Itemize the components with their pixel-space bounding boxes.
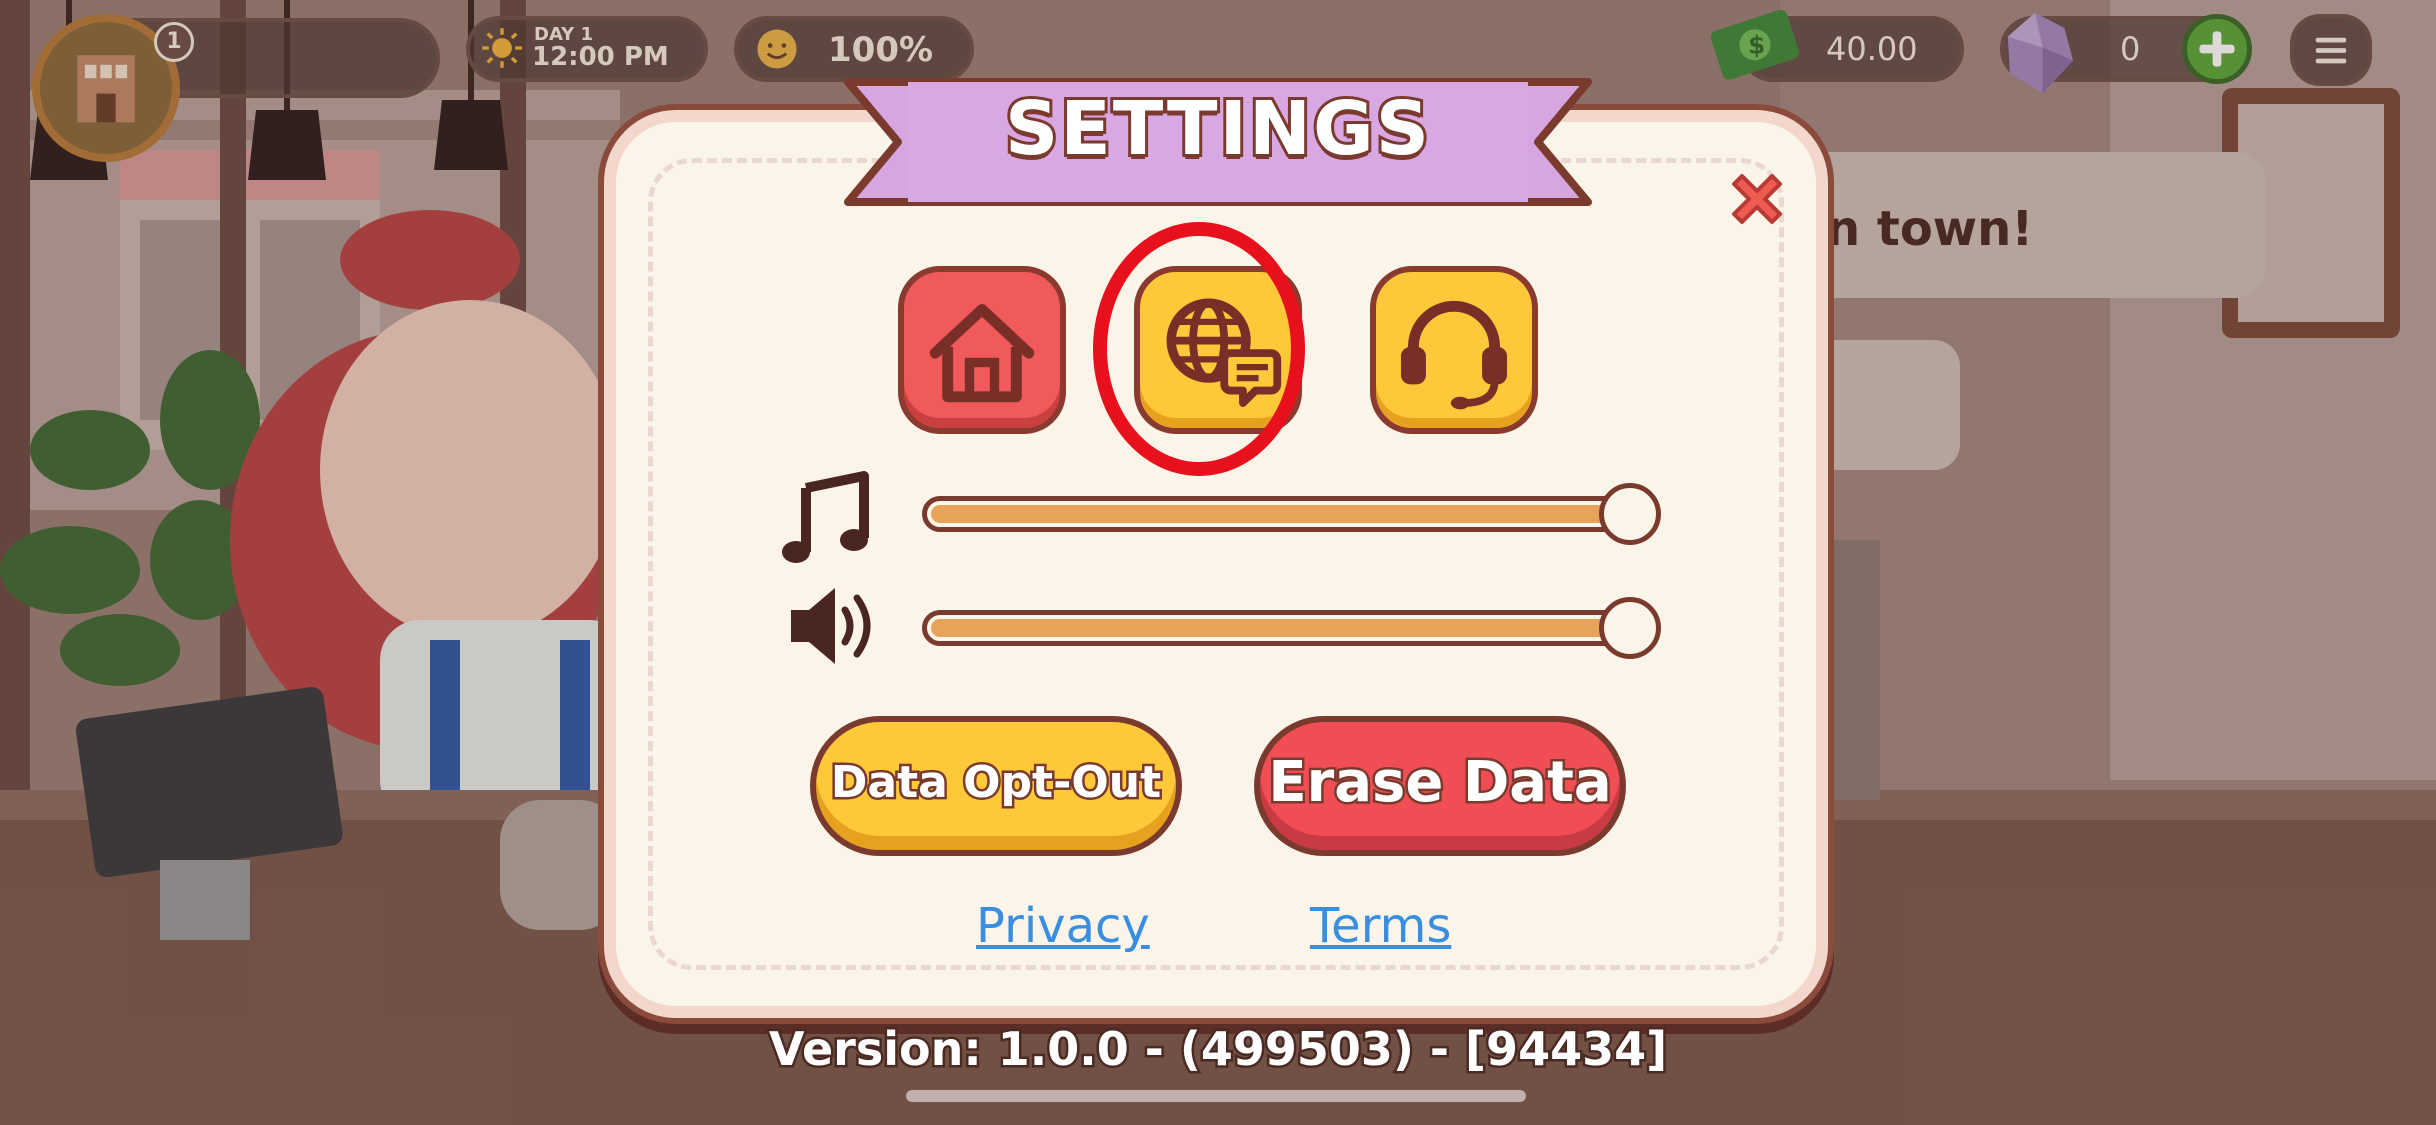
sound-volume-slider[interactable] [922,597,1661,659]
home-tab-button[interactable] [898,266,1066,434]
cash-bill-icon: $ [1710,9,1800,80]
speech-bubble-text: n town! [1826,201,2033,257]
gems-amount: 0 [2120,30,2141,68]
speaker-volume-icon [791,588,871,664]
data-optout-label: Data Opt-Out [828,755,1163,811]
add-gems-button[interactable] [2182,14,2252,84]
sun-icon [482,28,522,68]
terms-link[interactable]: Terms [1310,898,1451,954]
svg-text:$: $ [1748,31,1765,60]
version-label: Version: 1.0.0 - (499503) - [94434] [766,1020,1669,1079]
settings-title: SETTINGS [1002,83,1432,175]
cash-amount: 40.00 [1826,30,1918,68]
sound-volume-knob[interactable] [1599,597,1661,659]
gem-icon [2007,12,2074,94]
support-tab-button[interactable] [1370,266,1538,434]
home-indicator-bar[interactable] [906,1090,1526,1102]
erase-data-button[interactable]: Erase Data [1254,716,1626,856]
music-note-icon [782,471,869,563]
close-x-icon[interactable] [1722,164,1792,234]
plus-icon [2199,31,2235,67]
hamburger-menu-icon [2315,37,2347,64]
level-badge-number: 1 [166,29,182,54]
data-optout-button[interactable]: Data Opt-Out [810,716,1182,856]
level-badge: 1 [154,22,194,62]
sound-volume-fill [931,619,1635,637]
erase-data-label: Erase Data [1266,748,1614,818]
headset-icon [1400,300,1508,410]
music-volume-knob[interactable] [1599,483,1661,545]
restaurant-building-icon [77,55,135,123]
music-volume-fill [931,505,1635,523]
house-icon [929,303,1035,403]
music-volume-slider[interactable] [922,483,1661,545]
main-menu-button[interactable] [2290,14,2372,86]
smiley-face-icon [757,29,797,69]
privacy-link[interactable]: Privacy [976,898,1150,954]
time-label: 12:00 PM [532,42,669,72]
highlight-circle [1093,222,1305,476]
